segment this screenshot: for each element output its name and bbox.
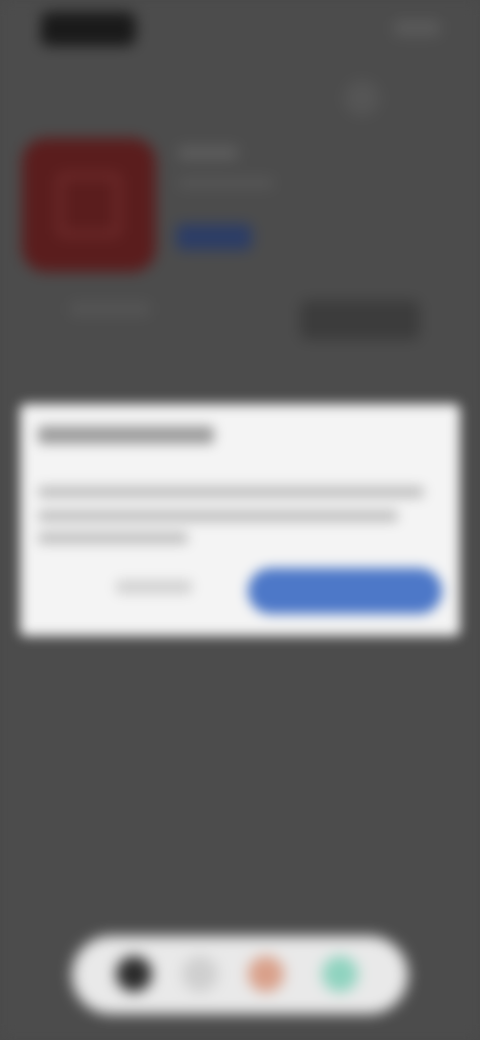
dialog-message-line-2 xyxy=(38,510,398,522)
messages-icon[interactable] xyxy=(182,956,218,992)
phone-icon[interactable] xyxy=(116,956,152,992)
app-header xyxy=(0,130,480,350)
app-meta xyxy=(70,302,150,316)
store-icon[interactable] xyxy=(322,956,358,992)
status-bar xyxy=(0,0,480,60)
dialog-title xyxy=(38,426,214,444)
dialog-message-line-3 xyxy=(38,532,188,544)
dialog-cancel-button[interactable] xyxy=(116,580,192,594)
app-icon xyxy=(22,138,156,272)
dialog xyxy=(20,404,460,636)
more-options-icon[interactable] xyxy=(344,80,380,116)
app-badge xyxy=(176,224,252,250)
app-icon-glyph xyxy=(58,174,120,236)
browser-icon[interactable] xyxy=(248,956,284,992)
dialog-message-line-1 xyxy=(38,486,424,498)
app-dock xyxy=(72,936,408,1014)
status-time-pill xyxy=(40,12,136,46)
status-icons xyxy=(394,20,440,36)
dialog-confirm-button[interactable] xyxy=(248,568,442,614)
app-action-button[interactable] xyxy=(300,300,420,340)
top-app-bar xyxy=(0,60,480,130)
app-title xyxy=(178,146,238,160)
app-developer xyxy=(178,178,274,188)
dialog-container xyxy=(20,404,460,636)
